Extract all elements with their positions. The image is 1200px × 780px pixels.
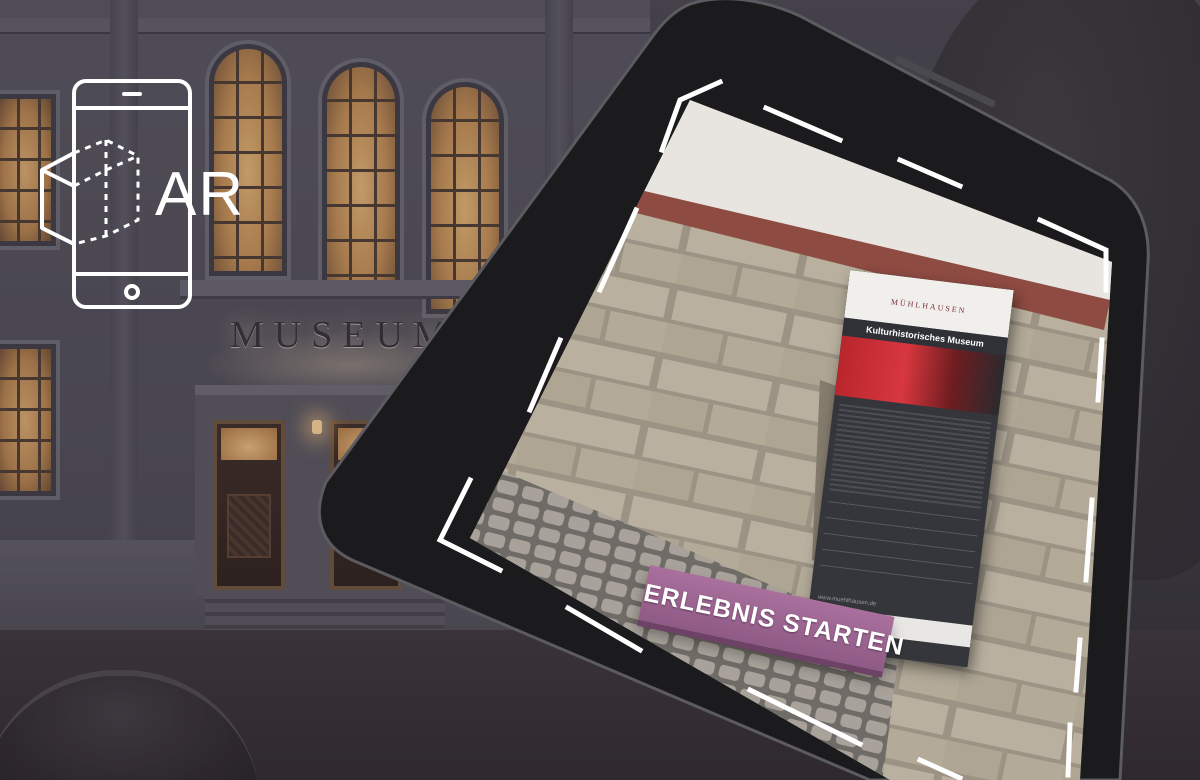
scan-corner [1036,216,1109,293]
scan-corner [436,476,504,574]
scan-frame [436,78,1109,780]
scan-corner [658,78,724,154]
smartphone: MÜHLHAUSEN Kulturhistorisches Museum www… [0,0,1200,780]
hero-scene: MUSEUM AR MÜHLHAUSEN Kulturhistorisches … [0,0,1200,780]
